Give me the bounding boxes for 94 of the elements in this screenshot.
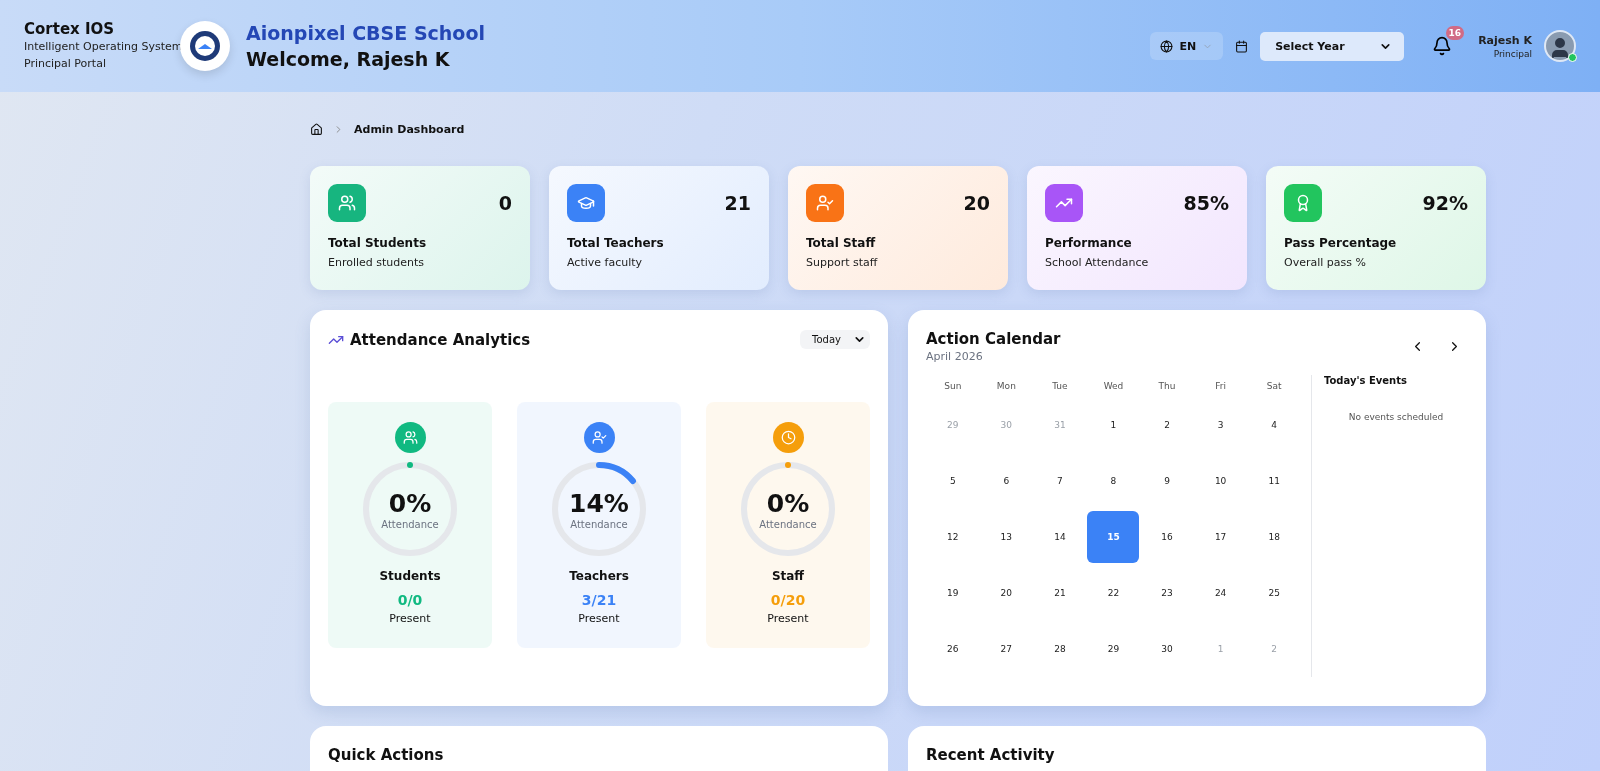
calendar-day[interactable]: 5 [926,455,979,507]
stat-title: Total Staff [806,236,877,250]
calendar-day[interactable]: 23 [1141,567,1194,619]
present-label: Present [767,612,809,625]
calendar-day[interactable]: 20 [980,567,1033,619]
calendar-day[interactable]: 21 [1033,567,1086,619]
present-ratio: 3/21 [581,592,617,608]
calendar-day[interactable]: 19 [926,567,979,619]
group-name: Staff [771,569,805,583]
user-role: Principal [1493,49,1532,60]
school-logo [180,21,230,71]
calendar-day[interactable]: 16 [1141,511,1194,563]
stat-subtitle: Overall pass % [1284,256,1367,269]
events-empty-message: No events scheduled [1347,412,1445,422]
group-name: Students [379,569,441,583]
weekday-label: Mon [996,381,1016,391]
calendar-day[interactable]: 3 [1194,399,1247,451]
calendar-day[interactable]: 8 [1087,455,1140,507]
attendance-caption: Attendance [759,518,817,530]
calendar-day[interactable]: 28 [1033,623,1086,675]
weekday-label: Thu [1158,381,1176,391]
stat-value: 85% [1183,192,1229,214]
breadcrumb-current: Admin Dashboard [354,122,465,136]
panel-title: Attendance Analytics [350,330,531,349]
calendar-day[interactable]: 17 [1194,511,1247,563]
period-select[interactable]: Today [800,330,870,349]
calendar-day[interactable]: 13 [980,511,1033,563]
calendar-day[interactable]: 24 [1194,567,1247,619]
calendar-day[interactable]: 15 [1087,511,1140,563]
calendar-day[interactable]: 27 [980,623,1033,675]
calendar-day[interactable]: 30 [1141,623,1194,675]
brand-name: Cortex IOS [24,20,116,38]
user-avatar[interactable] [1544,30,1576,62]
present-label: Present [389,612,431,625]
group-name: Teachers [569,569,629,583]
calendar-day[interactable]: 4 [1248,399,1301,451]
stat-title: Total Teachers [567,236,665,250]
panel-title: Recent Activity [926,746,1056,764]
calendar-day[interactable]: 25 [1248,567,1301,619]
calendar-day[interactable]: 11 [1248,455,1301,507]
language-selector[interactable]: EN [1150,32,1224,60]
calendar-day[interactable]: 2 [1141,399,1194,451]
home-icon[interactable] [310,122,323,136]
calendar-day[interactable]: 9 [1141,455,1194,507]
stat-title: Pass Percentage [1284,236,1398,250]
stat-subtitle: Active faculty [567,256,644,269]
calendar-icon [1235,39,1249,53]
user-check-icon [583,422,615,453]
calendar-day[interactable]: 14 [1033,511,1086,563]
present-ratio: 0/20 [770,592,806,608]
calendar-day[interactable]: 22 [1087,567,1140,619]
portal-label: Principal Portal [24,56,107,72]
panel-title: Action Calendar [926,330,1061,348]
weekday-label: Tue [1052,381,1068,391]
stat-subtitle: School Attendance [1045,256,1150,269]
globe-icon [1160,39,1174,53]
stat-subtitle: Enrolled students [328,256,426,269]
panel-title: Quick Actions [328,746,445,764]
calendar-day[interactable]: 12 [926,511,979,563]
present-ratio: 0/0 [397,592,423,608]
weekday-label: Fri [1215,381,1226,391]
attendance-percent: 14% [569,488,629,519]
notification-count: 16 [1445,26,1465,40]
attendance-percent: 0% [766,488,810,519]
events-title: Today's Events [1324,375,1408,386]
attendance-caption: Attendance [570,518,628,530]
calendar-day[interactable]: 29 [1087,623,1140,675]
calendar-day[interactable]: 7 [1033,455,1086,507]
users-icon [394,422,426,453]
calendar-day[interactable]: 18 [1248,511,1301,563]
stat-title: Performance [1045,236,1133,250]
brand-tagline: Intelligent Operating System [24,39,180,55]
welcome-heading: Welcome, Rajesh K [246,48,451,70]
stat-title: Total Students [328,236,428,250]
weekday-label: Sat [1266,381,1282,391]
attendance-percent: 0% [388,488,432,519]
stat-value: 92% [1422,192,1468,214]
calendar-day[interactable]: 1 [1087,399,1140,451]
calendar-month: April 2026 [926,350,984,363]
weekday-label: Wed [1103,381,1124,391]
calendar-day[interactable]: 26 [926,623,979,675]
user-name: Rajesh K [1478,33,1532,49]
school-name: Aionpixel CBSE School [246,22,485,44]
stat-subtitle: Support staff [806,256,879,269]
stat-value: 20 [963,192,990,214]
calendar-day[interactable]: 10 [1194,455,1247,507]
attendance-caption: Attendance [381,518,439,530]
clock-icon [772,422,804,453]
stat-value: 0 [498,192,512,214]
weekday-label: Sun [944,381,962,391]
year-select[interactable]: Select Year [1260,31,1405,61]
present-label: Present [578,612,620,625]
calendar-day[interactable]: 6 [980,455,1033,507]
stat-value: 21 [724,192,751,214]
